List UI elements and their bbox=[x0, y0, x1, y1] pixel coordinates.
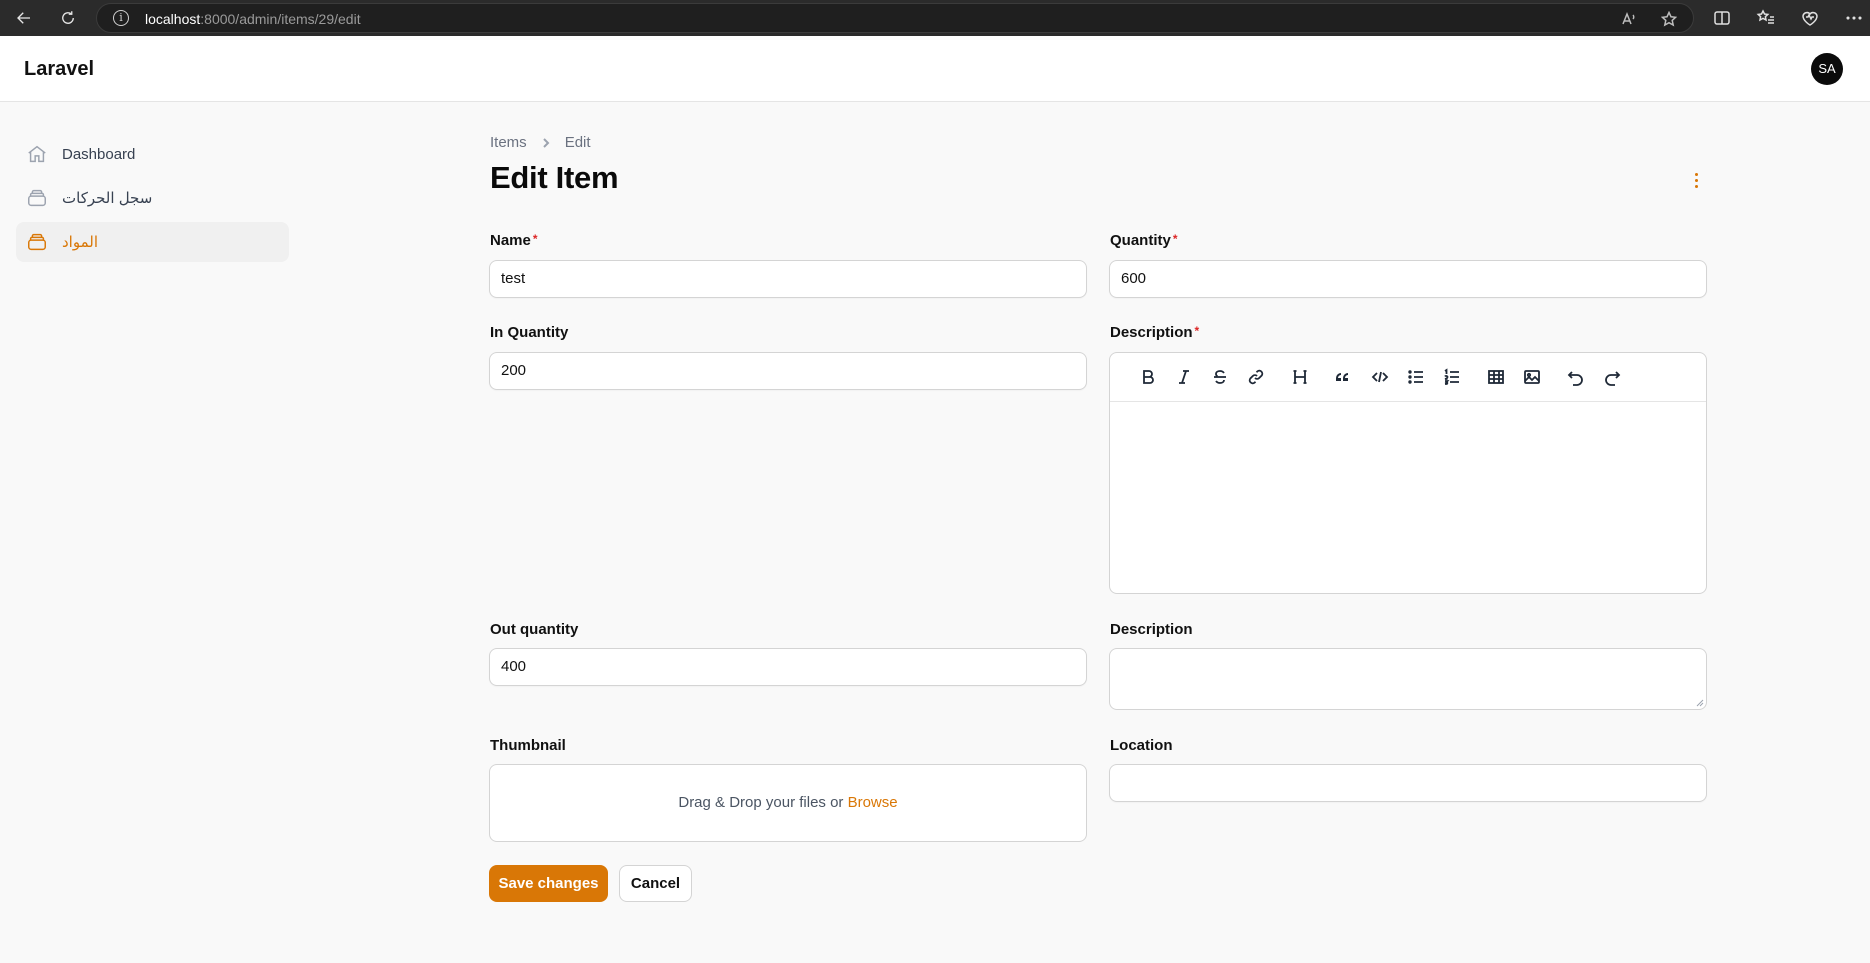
location-label: Location bbox=[1110, 737, 1173, 754]
italic-icon[interactable] bbox=[1172, 365, 1196, 389]
back-icon[interactable] bbox=[12, 6, 36, 30]
bold-icon[interactable] bbox=[1136, 365, 1160, 389]
description-label: Description * bbox=[1110, 324, 1200, 341]
save-changes-button[interactable]: Save changes bbox=[489, 865, 608, 902]
name-input[interactable]: test bbox=[489, 260, 1087, 298]
breadcrumb-items-link[interactable]: Items bbox=[490, 134, 527, 151]
required-mark: * bbox=[1172, 232, 1178, 246]
location-input[interactable] bbox=[1109, 764, 1707, 802]
browser-essentials-icon[interactable] bbox=[1800, 8, 1820, 28]
split-screen-icon[interactable] bbox=[1712, 8, 1732, 28]
favorites-list-icon[interactable] bbox=[1756, 8, 1776, 28]
image-icon[interactable] bbox=[1520, 365, 1544, 389]
table-icon[interactable] bbox=[1484, 365, 1508, 389]
heading-icon[interactable] bbox=[1288, 365, 1312, 389]
user-avatar[interactable]: SA bbox=[1811, 53, 1843, 85]
page-actions-menu-icon[interactable] bbox=[1686, 170, 1706, 190]
site-info-icon[interactable]: i bbox=[113, 10, 129, 26]
link-icon[interactable] bbox=[1244, 365, 1268, 389]
refresh-icon[interactable] bbox=[56, 6, 80, 30]
bullet-list-icon[interactable] bbox=[1404, 365, 1428, 389]
strikethrough-icon[interactable] bbox=[1208, 365, 1232, 389]
quantity-label: Quantity * bbox=[1110, 232, 1178, 249]
address-bar[interactable]: i localhost:8000/admin/items/29/edit bbox=[96, 3, 1694, 33]
in-quantity-input[interactable]: 200 bbox=[489, 352, 1087, 390]
in-quantity-label: In Quantity bbox=[490, 324, 569, 341]
browser-toolbar: i localhost:8000/admin/items/29/edit bbox=[0, 0, 1870, 36]
cancel-button[interactable]: Cancel bbox=[619, 865, 692, 902]
dropzone-text: Drag & Drop your files or bbox=[678, 794, 848, 811]
sidebar-item-label: Dashboard bbox=[62, 145, 136, 163]
browse-link[interactable]: Browse bbox=[848, 794, 898, 811]
resize-grip-icon[interactable] bbox=[1694, 697, 1704, 707]
stack-icon bbox=[26, 231, 48, 253]
page-title: Edit Item bbox=[490, 160, 619, 195]
description-textarea[interactable] bbox=[1109, 648, 1707, 710]
sidebar: Dashboard سجل الحركات المواد bbox=[16, 134, 289, 266]
name-label: Name * bbox=[490, 232, 538, 249]
favorite-star-icon[interactable] bbox=[1660, 10, 1678, 27]
blockquote-icon[interactable] bbox=[1332, 365, 1356, 389]
quantity-input[interactable]: 600 bbox=[1109, 260, 1707, 298]
sidebar-item-materials[interactable]: المواد bbox=[16, 222, 289, 262]
address-url[interactable]: localhost:8000/admin/items/29/edit bbox=[145, 11, 361, 27]
undo-icon[interactable] bbox=[1564, 365, 1588, 389]
required-mark: * bbox=[1194, 324, 1200, 338]
code-block-icon[interactable] bbox=[1368, 365, 1392, 389]
home-icon bbox=[26, 143, 48, 165]
url-path: :8000/admin/items/29/edit bbox=[200, 11, 361, 27]
sidebar-item-label: المواد bbox=[62, 234, 99, 251]
required-mark: * bbox=[532, 232, 538, 246]
thumbnail-label: Thumbnail bbox=[490, 737, 566, 754]
out-quantity-label: Out quantity bbox=[490, 621, 579, 638]
editor-toolbar bbox=[1110, 353, 1706, 402]
thumbnail-dropzone[interactable]: Drag & Drop your files or Browse bbox=[489, 764, 1087, 842]
chevron-right-icon bbox=[539, 136, 553, 150]
redo-icon[interactable] bbox=[1600, 365, 1624, 389]
brand-logo[interactable]: Laravel bbox=[24, 58, 94, 81]
read-aloud-icon[interactable] bbox=[1621, 11, 1637, 27]
editor-content-area[interactable] bbox=[1110, 402, 1706, 592]
ordered-list-icon[interactable] bbox=[1440, 365, 1464, 389]
breadcrumb: Items Edit bbox=[490, 134, 591, 151]
app-header: Laravel SA bbox=[0, 36, 1870, 102]
breadcrumb-current: Edit bbox=[564, 134, 591, 151]
url-host: localhost bbox=[145, 11, 201, 27]
description-textarea-label: Description bbox=[1110, 621, 1193, 638]
more-menu-icon[interactable] bbox=[1844, 8, 1864, 28]
sidebar-item-label: سجل الحركات bbox=[62, 190, 153, 207]
description-rich-editor[interactable] bbox=[1109, 352, 1707, 594]
stack-icon bbox=[26, 187, 48, 209]
out-quantity-input[interactable]: 400 bbox=[489, 648, 1087, 686]
sidebar-item-movements-log[interactable]: سجل الحركات bbox=[16, 178, 289, 218]
sidebar-item-dashboard[interactable]: Dashboard bbox=[16, 134, 289, 174]
